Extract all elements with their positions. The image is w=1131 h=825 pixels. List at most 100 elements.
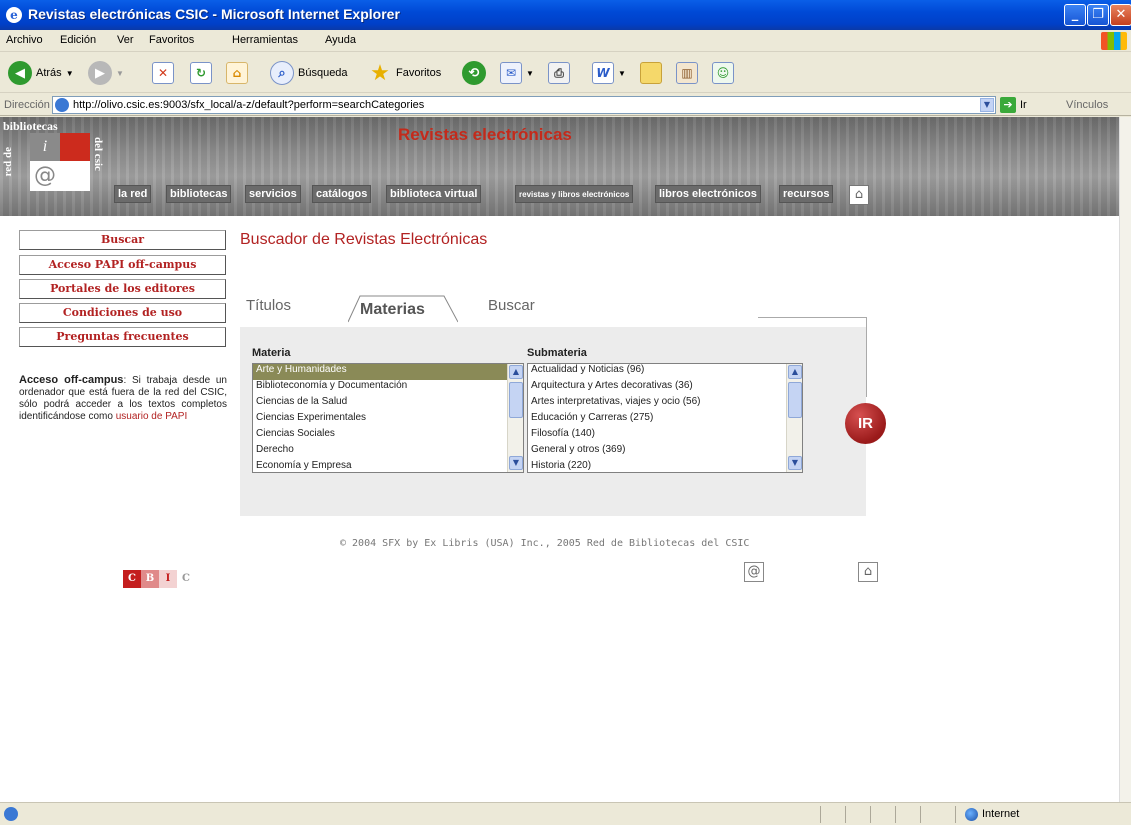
menu-archivo[interactable]: Archivo bbox=[6, 34, 43, 46]
scroll-thumb[interactable] bbox=[509, 382, 523, 418]
toolbar: ◀ Atrás ▼ ▶ ▼ ✕ ↻ ⌂ ⌕ Búsqueda ★ Favorit… bbox=[0, 53, 1131, 93]
sidebar-item-portales[interactable]: Portales de los editores bbox=[19, 279, 226, 299]
status-divider bbox=[845, 806, 846, 823]
minimize-button[interactable]: _ bbox=[1064, 4, 1086, 26]
close-button[interactable]: ✕ bbox=[1110, 4, 1131, 26]
print-icon: ⎙ bbox=[548, 62, 570, 84]
page-title: Buscador de Revistas Electrónicas bbox=[240, 231, 488, 248]
site-title: Revistas electrónicas bbox=[398, 125, 572, 144]
address-dropdown-icon[interactable]: ▼ bbox=[980, 98, 994, 112]
submateria-option[interactable]: Artes interpretativas, viajes y ocio (56… bbox=[528, 396, 802, 412]
stop-button[interactable]: ✕ bbox=[152, 59, 174, 87]
menu-ver[interactable]: Ver bbox=[117, 34, 134, 46]
cbic-letter-c: C bbox=[123, 570, 141, 588]
search-button[interactable]: ⌕ Búsqueda bbox=[270, 59, 348, 87]
address-input[interactable]: http://olivo.csic.es:9003/sfx_local/a-z/… bbox=[52, 96, 996, 114]
menu-herramientas[interactable]: Herramientas bbox=[232, 34, 298, 46]
logo-at-icon: @ bbox=[30, 161, 60, 191]
scroll-up-icon[interactable]: ▲ bbox=[509, 365, 523, 379]
contact-at-icon[interactable]: @ bbox=[744, 562, 764, 582]
forward-arrow-icon: ▶ bbox=[88, 61, 112, 85]
materia-option[interactable]: Derecho bbox=[253, 444, 523, 460]
sidebar-item-acceso-papi[interactable]: Acceso PAPI off-campus bbox=[19, 255, 226, 275]
materia-option[interactable]: Ciencias Sociales bbox=[253, 428, 523, 444]
tab-titulos[interactable]: Títulos bbox=[246, 297, 291, 314]
red-bibliotecas-logo[interactable]: i @ del csic bbox=[8, 133, 106, 213]
back-button[interactable]: ◀ Atrás ▼ bbox=[8, 59, 74, 87]
materia-scrollbar[interactable]: ▲ ▼ bbox=[507, 364, 523, 472]
back-dropdown-icon[interactable]: ▼ bbox=[66, 69, 74, 78]
menu-favoritos[interactable]: Favoritos bbox=[149, 34, 194, 46]
mail-dropdown-icon[interactable]: ▼ bbox=[526, 69, 534, 78]
submateria-option[interactable]: Historia (220) bbox=[528, 460, 802, 472]
materia-option[interactable]: Economía y Empresa bbox=[253, 460, 523, 472]
scroll-down-icon[interactable]: ▼ bbox=[509, 456, 523, 470]
submateria-listbox[interactable]: Actualidad y Noticias (96) Arquitectura … bbox=[527, 363, 803, 473]
papi-user-link[interactable]: usuario de PAPI bbox=[116, 411, 188, 422]
window-title: Revistas electrónicas CSIC - Microsoft I… bbox=[28, 6, 400, 22]
nav-libros-electronicos[interactable]: libros electrónicos bbox=[655, 185, 761, 203]
home-icon: ⌂ bbox=[226, 62, 248, 84]
print-button[interactable]: ⎙ bbox=[548, 59, 570, 87]
scroll-thumb[interactable] bbox=[788, 382, 802, 418]
submateria-option[interactable]: Filosofía (140) bbox=[528, 428, 802, 444]
nav-biblioteca-virtual[interactable]: biblioteca virtual bbox=[386, 185, 482, 203]
go-button[interactable]: Ir bbox=[1020, 99, 1027, 111]
refresh-button[interactable]: ↻ bbox=[190, 59, 212, 87]
materia-option[interactable]: Ciencias de la Salud bbox=[253, 396, 523, 412]
submateria-option[interactable]: Educación y Carreras (275) bbox=[528, 412, 802, 428]
home-button[interactable]: ⌂ bbox=[226, 59, 248, 87]
mail-button[interactable]: ✉ ▼ bbox=[500, 59, 534, 87]
footer-home-icon[interactable]: ⌂ bbox=[858, 562, 878, 582]
site-banner: bibliotecas i @ del csic red de Revistas… bbox=[0, 117, 1119, 216]
sidebar-item-buscar[interactable]: Buscar bbox=[19, 230, 226, 250]
cbic-logo[interactable]: C B I C bbox=[123, 570, 195, 588]
address-url[interactable]: http://olivo.csic.es:9003/sfx_local/a-z/… bbox=[73, 99, 424, 111]
materia-option[interactable]: Ciencias Experimentales bbox=[253, 412, 523, 428]
discuss-button[interactable] bbox=[640, 59, 662, 87]
tab-materias[interactable]: Materias bbox=[347, 295, 459, 323]
history-button[interactable]: ⟲ bbox=[462, 59, 486, 87]
go-arrow-icon[interactable]: ➔ bbox=[1000, 97, 1016, 113]
page-scrollbar[interactable] bbox=[1119, 117, 1131, 802]
submateria-option[interactable]: Actualidad y Noticias (96) bbox=[528, 364, 802, 380]
nav-servicios[interactable]: servicios bbox=[245, 185, 301, 203]
submateria-scrollbar[interactable]: ▲ ▼ bbox=[786, 364, 802, 472]
sidebar-item-preguntas[interactable]: Preguntas frecuentes bbox=[19, 327, 226, 347]
ie-logo-icon: e bbox=[6, 7, 22, 23]
sidebar-item-condiciones[interactable]: Condiciones de uso bbox=[19, 303, 226, 323]
books-icon: ▥ bbox=[676, 62, 698, 84]
banner-home-icon[interactable]: ⌂ bbox=[849, 185, 869, 205]
submateria-option[interactable]: Arquitectura y Artes decorativas (36) bbox=[528, 380, 802, 396]
menu-bar: Archivo Edición Ver Favoritos Herramient… bbox=[0, 30, 1131, 52]
ir-button[interactable]: IR bbox=[845, 403, 886, 444]
nav-la-red[interactable]: la red bbox=[114, 185, 152, 203]
materia-option[interactable]: Arte y Humanidades bbox=[253, 364, 523, 380]
logo-red-de: red de bbox=[2, 147, 14, 177]
research-button[interactable]: ▥ bbox=[676, 59, 698, 87]
materia-option[interactable]: Biblioteconomía y Documentación bbox=[253, 380, 523, 396]
maximize-button[interactable]: ❐ bbox=[1087, 4, 1109, 26]
nav-revistas-libros[interactable]: revistas y libros electrónicos bbox=[515, 185, 634, 203]
materia-listbox[interactable]: Arte y Humanidades Biblioteconomía y Doc… bbox=[252, 363, 524, 473]
nav-bibliotecas[interactable]: bibliotecas bbox=[166, 185, 232, 203]
links-button[interactable]: Vínculos bbox=[1066, 99, 1108, 111]
edit-dropdown-icon[interactable]: ▼ bbox=[618, 69, 626, 78]
tab-buscar[interactable]: Buscar bbox=[488, 297, 535, 314]
address-label: Dirección bbox=[4, 99, 50, 111]
scroll-up-icon[interactable]: ▲ bbox=[788, 365, 802, 379]
edit-word-button[interactable]: W ▼ bbox=[592, 59, 626, 87]
menu-edicion[interactable]: Edición bbox=[60, 34, 96, 46]
cbic-letter-c2: C bbox=[177, 570, 195, 588]
submateria-option[interactable]: General y otros (369) bbox=[528, 444, 802, 460]
status-divider bbox=[820, 806, 821, 823]
nav-catalogos[interactable]: catálogos bbox=[312, 185, 372, 203]
nav-recursos[interactable]: recursos bbox=[779, 185, 834, 203]
menu-ayuda[interactable]: Ayuda bbox=[325, 34, 356, 46]
scroll-down-icon[interactable]: ▼ bbox=[788, 456, 802, 470]
search-label: Búsqueda bbox=[298, 67, 348, 79]
favorites-button[interactable]: ★ Favoritos bbox=[368, 59, 441, 87]
messenger-button[interactable]: ☺ bbox=[712, 59, 734, 87]
forward-dropdown-icon[interactable]: ▼ bbox=[116, 69, 124, 78]
forward-button[interactable]: ▶ ▼ bbox=[88, 59, 124, 87]
